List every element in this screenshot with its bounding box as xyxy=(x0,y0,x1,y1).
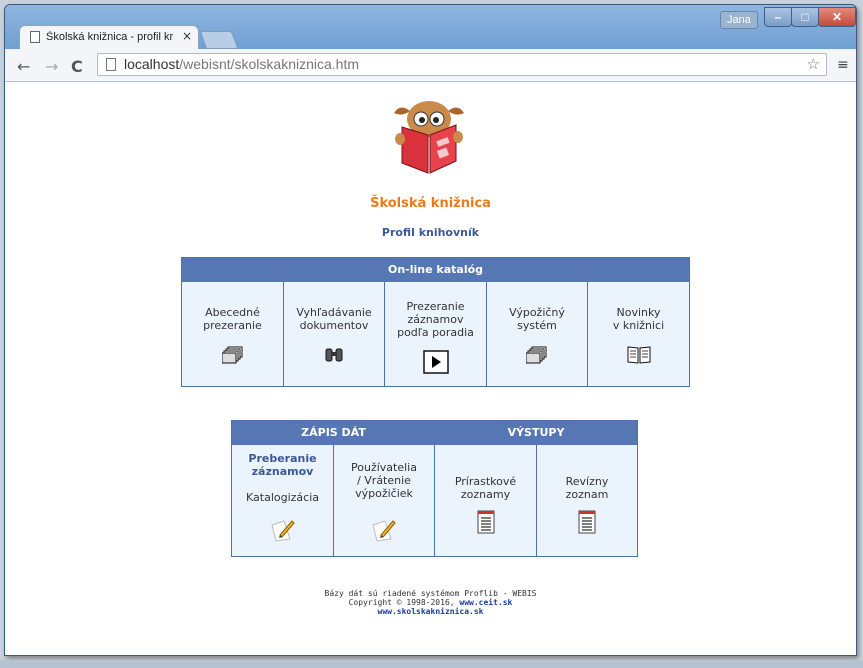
bookmark-star-icon[interactable]: ☆ xyxy=(807,55,820,73)
page-icon xyxy=(30,31,40,43)
item-label: Abecedné prezeranie xyxy=(203,306,262,332)
page-title: Školská knižnica xyxy=(370,196,491,211)
catalog-item-prezeranie[interactable]: Prezeranie záznamov podľa poradia xyxy=(385,282,487,386)
address-bar[interactable]: localhost/webisnt/skolskakniznica.htm ☆ xyxy=(97,53,827,76)
url-text[interactable]: localhost/webisnt/skolskakniznica.htm xyxy=(124,56,359,72)
browser-tab[interactable]: Školská knižnica - profil kr × xyxy=(19,25,199,49)
pencil-icon xyxy=(372,520,396,542)
back-button[interactable]: ← xyxy=(17,57,30,76)
catalog-header: On-line katalóg xyxy=(182,258,689,282)
item-label: Prírastkové zoznamy xyxy=(454,475,517,501)
ceit-link[interactable]: www.ceit.sk xyxy=(459,598,512,607)
page-content: Školská knižnica Profil knihovník On-lin… xyxy=(5,82,856,655)
list-icon xyxy=(477,510,494,534)
entry-item-preberanie[interactable]: Preberanie záznamov Katalogizácia xyxy=(232,445,334,556)
footer: Bázy dát sú riadené systémom Proflib - W… xyxy=(5,589,856,616)
play-icon xyxy=(422,350,449,374)
list-icon xyxy=(578,510,596,534)
user-profile-button[interactable]: Jana xyxy=(720,11,758,29)
entry-item-prirastkove[interactable]: Prírastkové zoznamy xyxy=(435,445,537,556)
entry-item-revizny[interactable]: Revízny zoznam xyxy=(537,445,637,556)
catalog-table: On-line katalóg Abecedné prezeranie Vyhľa… xyxy=(181,257,690,387)
entry-item-pouzivatelia[interactable]: Používatelia / Vrátenie výpožičiek xyxy=(334,445,435,556)
forward-button[interactable]: → xyxy=(45,57,58,76)
browser-window: Školská knižnica - profil kr × Jana – □ … xyxy=(4,4,857,656)
binoculars-icon xyxy=(325,348,343,362)
menu-icon[interactable]: ≡ xyxy=(837,57,849,73)
close-window-button[interactable]: ✕ xyxy=(818,7,856,27)
taskbar-strip xyxy=(0,660,863,668)
item-label: Katalogizácia xyxy=(246,491,319,504)
browser-toolbar: ← → C localhost/webisnt/skolskakniznica.… xyxy=(5,49,856,82)
item-label: Vyhľadávanie dokumentov xyxy=(296,306,372,332)
reload-button[interactable]: C xyxy=(71,57,83,76)
catalog-item-vypozicny[interactable]: Výpožičný systém xyxy=(487,282,588,386)
item-label: Novinky v knižnici xyxy=(612,306,665,332)
reading-owl-logo xyxy=(394,101,464,174)
catalog-item-abecedne[interactable]: Abecedné prezeranie xyxy=(182,282,284,386)
pencil-icon xyxy=(270,520,295,542)
new-tab-button[interactable] xyxy=(199,31,239,49)
catalog-item-novinky[interactable]: Novinky v knižnici xyxy=(588,282,689,386)
tab-title: Školská knižnica - profil kr xyxy=(46,31,174,43)
page-subtitle: Profil knihovník xyxy=(381,226,480,239)
entry-header-left: ZÁPIS DÁT xyxy=(232,421,435,445)
cards-icon xyxy=(526,346,547,364)
item-label: Používatelia / Vrátenie výpožičiek xyxy=(351,461,417,500)
page-icon xyxy=(106,58,116,71)
item-label: Výpožičný systém xyxy=(509,306,565,332)
catalog-item-vyhladavanie[interactable]: Vyhľadávanie dokumentov xyxy=(284,282,385,386)
tab-close-button[interactable]: × xyxy=(182,29,192,43)
footer-line-1: Bázy dát sú riadené systémom Proflib - W… xyxy=(324,589,537,598)
book-icon xyxy=(627,346,650,364)
maximize-button[interactable]: □ xyxy=(791,7,819,27)
title-bar: Školská knižnica - profil kr × Jana – □ … xyxy=(5,5,856,49)
item-label: Revízny zoznam xyxy=(565,475,609,501)
footer-line-2: Copyright © 1998-2016, www.ceit.sk xyxy=(348,598,513,607)
item-label: Prezeranie záznamov podľa poradia xyxy=(397,300,474,339)
school-library-link[interactable]: www.skolskakniznica.sk xyxy=(5,607,856,616)
entry-header-right: VÝSTUPY xyxy=(435,421,637,445)
data-entry-table: ZÁPIS DÁT VÝSTUPY Preberanie záznamov Kat… xyxy=(231,420,638,557)
item-bold-label: Preberanie záznamov xyxy=(248,452,317,478)
minimize-button[interactable]: – xyxy=(764,7,792,27)
cards-icon xyxy=(221,346,242,364)
